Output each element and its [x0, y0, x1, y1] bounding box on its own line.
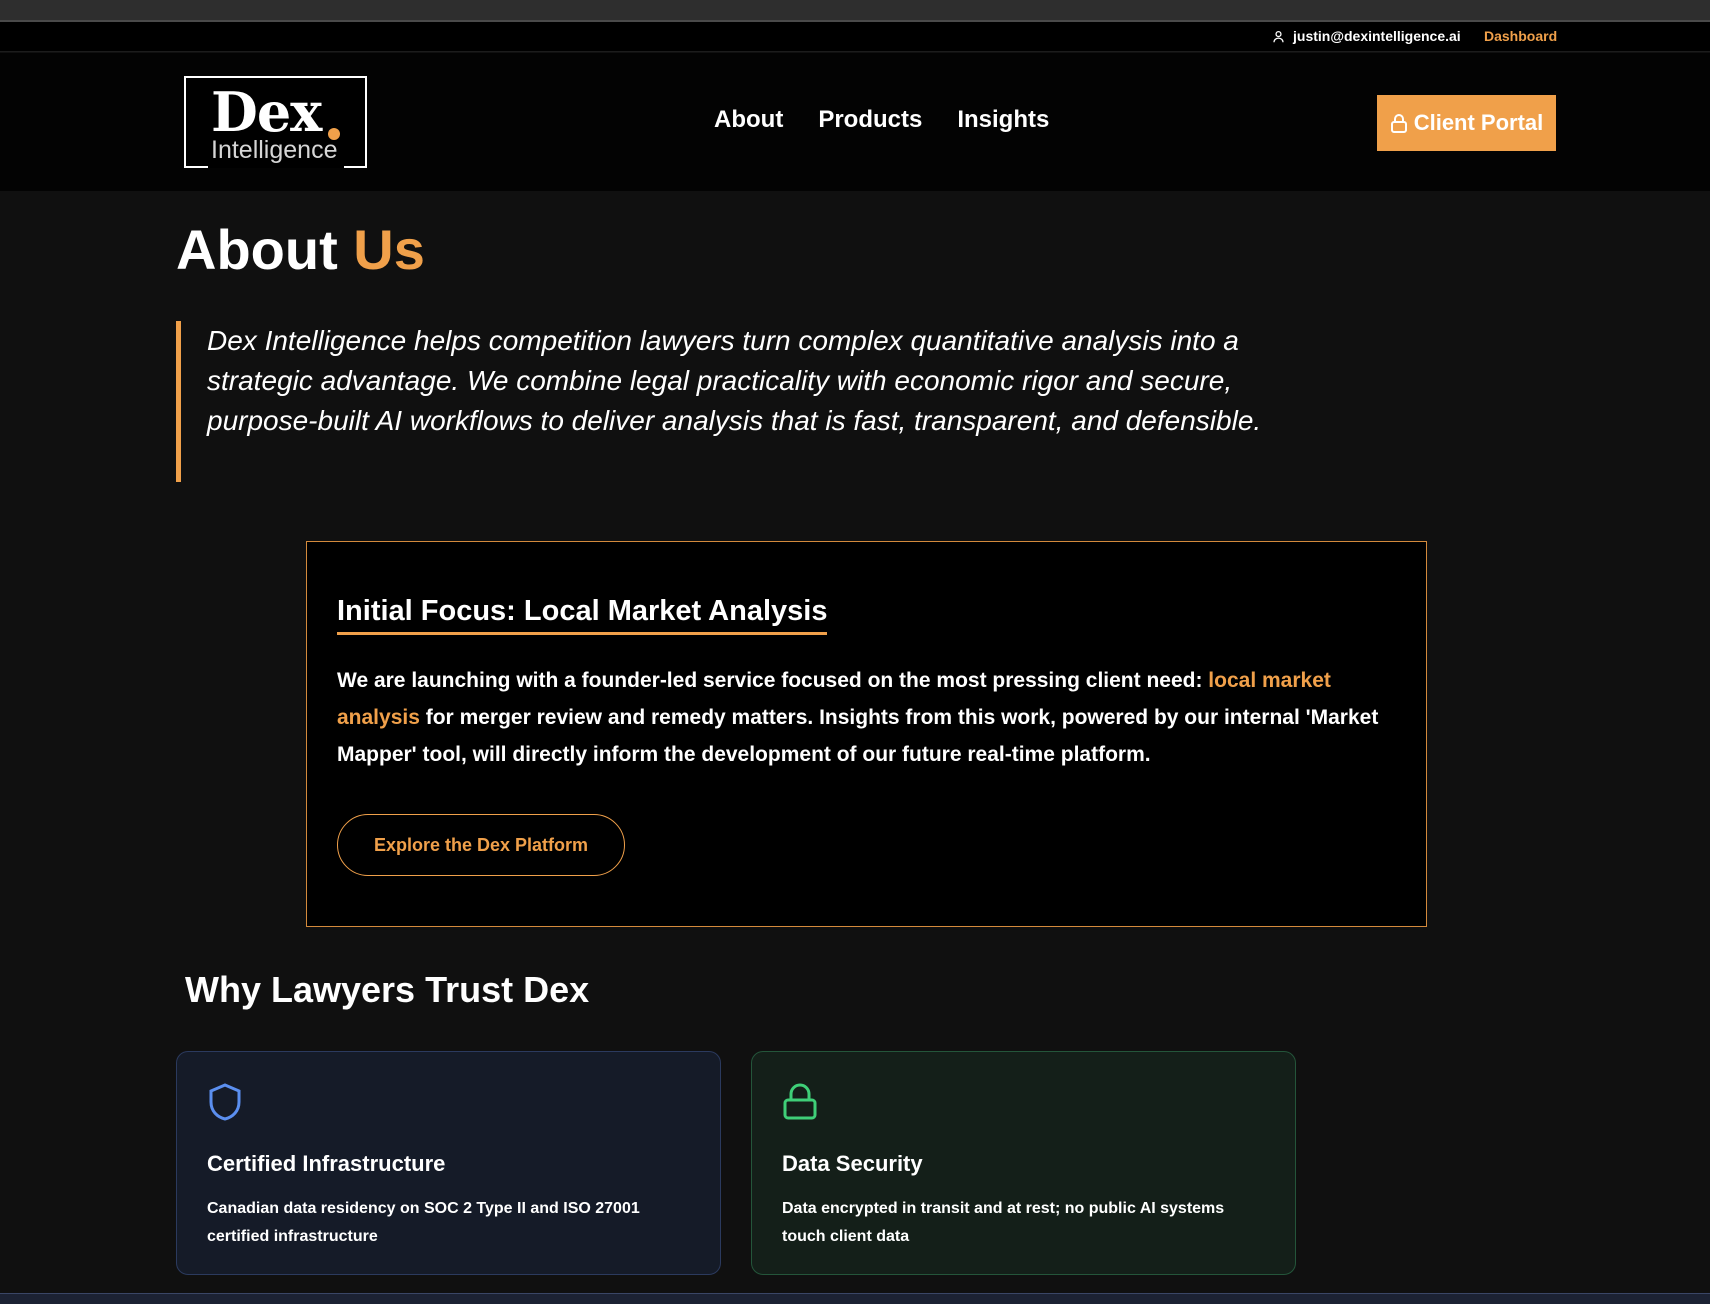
- nav-products[interactable]: Products: [818, 106, 922, 134]
- dashboard-link[interactable]: Dashboard: [1484, 28, 1557, 44]
- browser-chrome-strip: [0, 0, 1710, 22]
- utility-bar: justin@dexintelligence.ai Dashboard: [0, 22, 1710, 52]
- taskbar-strip: [0, 1293, 1710, 1304]
- trust-card-security: Data Security Data encrypted in transit …: [751, 1051, 1296, 1275]
- trust-card-certified: Certified Infrastructure Canadian data r…: [176, 1051, 721, 1275]
- lock-icon: [783, 1083, 817, 1120]
- nav-about[interactable]: About: [714, 106, 783, 134]
- nav-insights[interactable]: Insights: [957, 106, 1049, 134]
- focus-body-end: for merger review and remedy matters. In…: [337, 706, 1379, 766]
- card-text: Canadian data residency on SOC 2 Type II…: [207, 1200, 640, 1245]
- client-portal-label: Client Portal: [1413, 110, 1544, 135]
- title-accent: Us: [353, 218, 425, 281]
- logo-subtitle: Intelligence: [211, 136, 338, 164]
- focus-body: We are launching with a founder-led serv…: [337, 662, 1402, 773]
- page-title: About Us: [176, 218, 425, 282]
- user-account[interactable]: justin@dexintelligence.ai: [1272, 28, 1461, 44]
- card-text: Data encrypted in transit and at rest; n…: [782, 1200, 1225, 1245]
- title-main: About: [176, 218, 338, 281]
- user-email: justin@dexintelligence.ai: [1293, 28, 1461, 44]
- logo-frame-gap: [208, 165, 344, 168]
- focus-card: Initial Focus: Local Market Analysis We …: [306, 541, 1427, 927]
- lock-icon: [1390, 114, 1407, 133]
- card-title: Data Security: [782, 1151, 923, 1176]
- logo-wordmark: Dex: [211, 80, 322, 144]
- explore-platform-button[interactable]: Explore the Dex Platform: [337, 814, 625, 876]
- card-title: Certified Infrastructure: [207, 1151, 446, 1176]
- user-icon: [1273, 30, 1284, 42]
- trust-section-title: Why Lawyers Trust Dex: [185, 969, 590, 1010]
- nav-links: About Products Insights: [714, 106, 1049, 134]
- client-portal-button[interactable]: Client Portal: [1377, 95, 1556, 151]
- shield-icon: [209, 1083, 241, 1121]
- focus-title: Initial Focus: Local Market Analysis: [337, 594, 828, 635]
- main-navigation: Dex Intelligence About Products Insights…: [0, 53, 1710, 191]
- dex-logo[interactable]: Dex Intelligence: [184, 76, 367, 168]
- mission-statement: Dex Intelligence helps competition lawye…: [176, 321, 1306, 482]
- focus-body-start: We are launching with a founder-led serv…: [337, 669, 1209, 692]
